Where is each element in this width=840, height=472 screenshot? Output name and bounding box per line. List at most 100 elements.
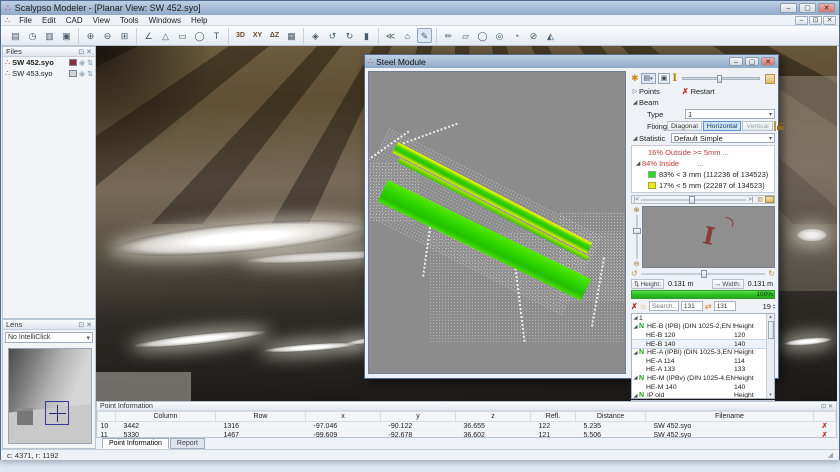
close-icon[interactable]: ✕ [86,321,92,329]
tree-row[interactable]: ◢ N IP old Height [632,391,774,398]
rectangle-icon[interactable]: ▭ [175,28,190,43]
save-icon[interactable]: ▥ [42,28,57,43]
text-icon[interactable]: T [209,28,224,43]
expander-closed-icon[interactable]: ▷ [631,88,639,95]
level-icon[interactable]: ▮ [359,28,374,43]
dialog-title-bar[interactable]: ∴ Steel Module – ▢ ✕ [365,55,778,68]
slider-thumb[interactable] [689,195,696,204]
col-header-y[interactable]: y [380,411,456,422]
slider-thumb[interactable] [717,75,723,83]
close-button[interactable]: ✕ [818,3,835,13]
ibeam-profile-icon[interactable]: I [672,73,677,84]
rotate-right-icon[interactable]: ↻ [342,28,357,43]
col-header-z[interactable]: z [455,411,531,422]
zoom-in-icon[interactable]: ⊕ [83,28,98,43]
slice-icon[interactable]: ⊘ [526,28,541,43]
close-icon[interactable]: ✕ [828,403,833,410]
plus-icon[interactable]: ⊕ [634,206,640,214]
favorites-star-icon[interactable]: ☆ [640,302,647,311]
menu-help[interactable]: Help [186,16,212,25]
col-header-spacer[interactable] [97,411,116,422]
grid-icon[interactable]: ▦ [284,28,299,43]
count-spinner[interactable]: ▴ ▾ [773,303,775,310]
expander-icon[interactable]: ◢ [632,375,639,381]
resize-grip[interactable]: ◢ [828,451,833,459]
minimize-button[interactable]: – [780,3,797,13]
search-input[interactable] [648,301,679,311]
view-3d-icon[interactable]: 3D [233,28,248,43]
spin-down-icon[interactable]: ▾ [773,306,775,310]
tree-row[interactable]: HE-A 114 114 [632,357,774,366]
intelliclick-dropdown[interactable]: No IntelliClick ▾ [5,332,93,343]
beam-section-row[interactable]: ◢ Beam [629,97,777,108]
chart-icon[interactable]: ▥ [755,196,765,203]
slider-thumb[interactable] [700,269,707,278]
menu-view[interactable]: View [88,16,115,25]
profile-tree[interactable]: ◢ 1 ◢ N HE-B (IPB) (DIN 1025-2,EN 53-62)… [631,313,775,399]
menu-windows[interactable]: Windows [144,16,186,25]
tree-row[interactable]: ◢ N HE-A (IPBl) (DIN 1025-3,EN 53-62) He… [632,348,774,357]
col-header-row[interactable]: Row [215,411,306,422]
list-view-button[interactable]: ▤ ▾ [640,73,656,84]
sketch-icon[interactable]: ✎ [417,28,432,43]
circle-icon[interactable]: ◯ [192,28,207,43]
tab-point-information[interactable]: Point Information [102,438,169,449]
tree-row[interactable]: HE-B 120 120 [632,331,774,340]
dialog-minimize-button[interactable]: – [729,57,743,66]
menu-edit[interactable]: Edit [37,16,61,25]
view-xy-icon[interactable]: XY [250,28,265,43]
zoom-out-icon[interactable]: ⊖ [100,28,115,43]
arc-fit-icon[interactable]: ◔ [509,28,524,43]
file-visibility-icon[interactable]: ◉ [79,59,85,67]
rotate-right-icon[interactable]: ↻ [768,269,775,278]
fixing-horizontal-button[interactable]: Horizontal [702,121,742,131]
point-marker-icon[interactable]: ◈ [308,28,323,43]
circle-fit-icon[interactable]: ◯ [475,28,490,43]
pin-icon[interactable]: ⊡ [78,48,84,56]
file-row[interactable]: ∴ SW 453.syo ◉ ⇅ [3,68,95,79]
expander-open-icon[interactable]: ◢ [631,135,639,142]
delete-row-icon[interactable]: ✗ [813,421,836,431]
expander-icon[interactable]: ◢ [632,393,639,398]
restart-button[interactable]: ✗ Restart [682,87,715,96]
mdi-close-button[interactable]: ✕ [823,15,836,25]
home-icon[interactable]: ⌂ [400,28,415,43]
tree-row-selected[interactable]: HE-B 140 140 [632,338,774,350]
pin-icon[interactable]: ⊡ [821,403,826,410]
dialog-close-button[interactable]: ✕ [761,57,775,66]
color-button[interactable] [765,73,775,84]
tree-vertical-scrollbar[interactable]: ▴ ▾ [766,314,774,398]
tree-row[interactable]: HE-M 140 140 [632,383,774,392]
col-header-x[interactable]: x [305,411,381,422]
measure-icon[interactable]: ≪ [383,28,398,43]
mdi-restore-button[interactable]: ⊡ [809,15,822,25]
image-view-icon[interactable]: ▤ [8,28,23,43]
cylinder-fit-icon[interactable]: ◎ [492,28,507,43]
points-row[interactable]: ▷ Points ✗ Restart [629,86,777,97]
tab-report[interactable]: Report [169,438,205,449]
file-color-swatch[interactable] [69,70,78,77]
vertical-zoom-slider[interactable]: ⊕ ⊖ [631,206,642,268]
col-header-column[interactable]: Column [115,411,216,422]
slider-thumb[interactable] [632,228,641,235]
pin-icon[interactable]: ⊡ [78,321,84,329]
type-dropdown[interactable]: 1 ▾ [685,109,775,119]
palette-button[interactable] [765,196,774,203]
history-icon[interactable]: ◷ [25,28,40,43]
height-from-input[interactable] [680,301,703,311]
scrollbar-thumb[interactable] [767,321,774,339]
cone-fit-icon[interactable]: ◭ [543,28,558,43]
file-color-swatch[interactable] [69,59,78,66]
col-header-distance[interactable]: Distance [575,411,646,422]
lock-icon[interactable] [773,121,785,131]
profile-preview-viewport[interactable]: I [642,206,775,268]
folder-button[interactable]: ▣ [657,73,671,84]
expander-icon[interactable]: ◢ [632,324,639,330]
fixing-vertical-button[interactable]: Vertical [742,121,773,131]
menu-cad[interactable]: CAD [61,16,88,25]
width-button[interactable]: ↔ Width: [711,279,744,289]
col-header-refl[interactable]: Refl. [530,411,576,422]
range-swap-icon[interactable]: ⇄ [705,302,712,311]
tree-row[interactable]: HE-A 133 133 [632,366,774,375]
file-row[interactable]: ∴ SW 452.syo ◉ ⇅ [3,57,95,68]
